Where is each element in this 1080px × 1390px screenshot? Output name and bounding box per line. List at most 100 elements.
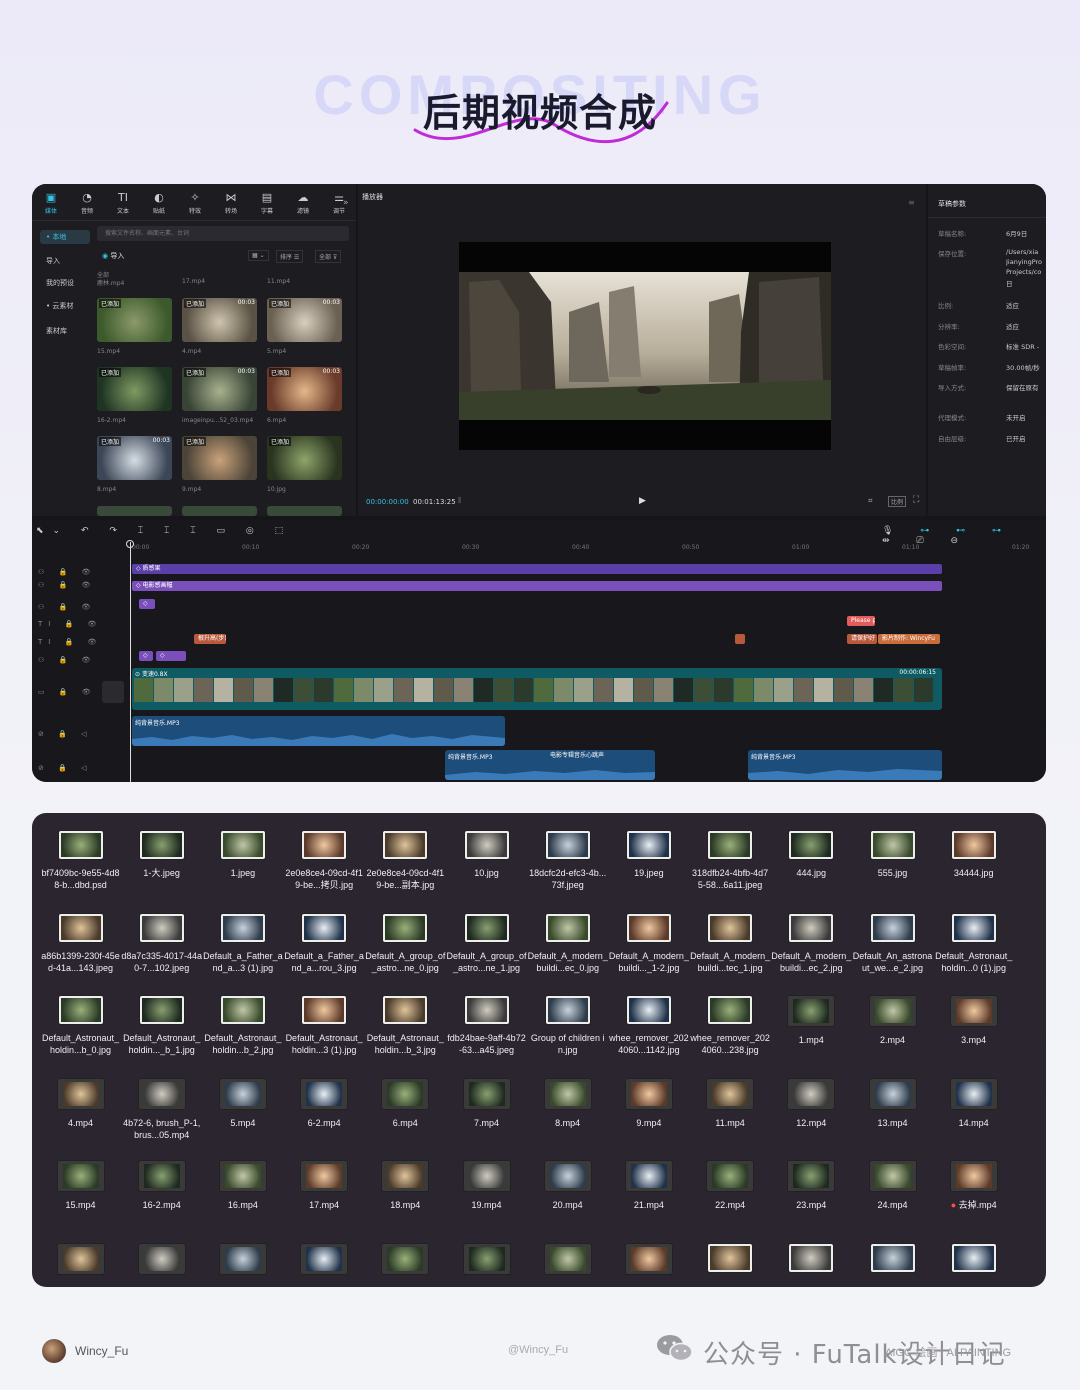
mic-icon[interactable]: 🎙 — [882, 526, 905, 536]
file-item[interactable]: 318dfb24-4bfb-4d75-58...6a11.jpeg — [690, 831, 771, 891]
sidebar-item-2[interactable]: 我的预设 — [40, 276, 90, 290]
filter-all-button[interactable]: 全部 ⊽ — [315, 250, 342, 263]
fx-track-clip-1[interactable]: ◇ 质感果 — [132, 564, 942, 574]
file-item[interactable] — [852, 1243, 933, 1272]
file-item[interactable] — [365, 1243, 446, 1274]
file-item[interactable]: 555.jpg — [852, 831, 933, 879]
file-item[interactable]: Group of children in.jpg — [527, 996, 608, 1056]
tool-filter[interactable]: ☁ 滤镜 — [290, 192, 316, 216]
text-clip-b[interactable]: 请保护好 — [847, 634, 877, 644]
text-clip-note[interactable]: Please p — [847, 616, 875, 626]
toolbar-more-icon[interactable]: » — [343, 198, 349, 208]
file-item[interactable]: 17.mp4 — [284, 1161, 365, 1211]
text-clip-a[interactable]: 根升高(步) — [194, 634, 226, 644]
file-item[interactable]: 21.mp4 — [608, 1161, 689, 1211]
file-item[interactable]: 34444.jpg — [933, 831, 1014, 879]
ratio-button[interactable]: 比例 — [888, 496, 907, 507]
track-controls-3[interactable]: ⚇ 🔒 👁 — [38, 603, 96, 611]
file-item[interactable]: Default_a_Father_and_a...rou_3.jpg — [284, 913, 365, 974]
timeline-tools[interactable]: ⬉⌄ ↶ ↷ ⌶ ⌶ ⌶ ▭ ◎ ⬚ — [36, 526, 292, 536]
sidebar-item-0[interactable]: • 本地 — [40, 230, 90, 244]
file-item[interactable]: 3.mp4 — [933, 996, 1014, 1046]
file-item[interactable]: fdb24bae-9aff-4b72-63...a45.jpeg — [446, 996, 527, 1056]
play-icon[interactable]: ▶ — [639, 496, 646, 506]
file-item[interactable]: 12.mp4 — [771, 1078, 852, 1129]
text-clip-small[interactable] — [735, 634, 745, 644]
cover-thumb[interactable] — [102, 681, 124, 703]
file-item[interactable] — [527, 1243, 608, 1274]
media-thumbnail[interactable]: 已添加 00:03 — [267, 298, 342, 342]
file-item[interactable]: Default_Astronaut_holdin...b_0.jpg — [40, 996, 121, 1056]
file-item[interactable]: 24.mp4 — [852, 1161, 933, 1211]
sidebar-item-4[interactable]: 素材库 — [40, 324, 90, 338]
file-item[interactable]: 1.jpeg — [202, 831, 283, 879]
track-controls-4[interactable]: TI 🔒 👁 — [38, 620, 102, 628]
media-thumbnail[interactable]: 已添加 — [97, 367, 172, 411]
file-item[interactable]: 5.mp4 — [202, 1078, 283, 1129]
view-mode-button[interactable]: ▦ ⌄ — [248, 250, 269, 261]
file-item[interactable] — [446, 1243, 527, 1274]
fx-track-clip-2[interactable]: ◇ 电影感画幅 — [132, 581, 942, 591]
fx-clip-small-1[interactable]: ◇ — [139, 651, 153, 661]
file-item[interactable]: 6-2.mp4 — [284, 1078, 365, 1129]
file-item[interactable]: 10.jpg — [446, 831, 527, 879]
media-thumbnail[interactable]: 已添加 — [267, 436, 342, 480]
media-thumbnail[interactable]: 已添加 00:03 — [182, 367, 257, 411]
tool-text[interactable]: TI 文本 — [110, 192, 136, 216]
file-item[interactable]: 2e0e8ce4-09cd-4f19-be...拷贝.jpg — [284, 831, 365, 891]
audio-clip-3[interactable]: 纯背景音乐.MP3 — [748, 750, 942, 780]
track-controls-audio-2[interactable]: ⊘ 🔒 ◁ — [38, 764, 92, 772]
file-item[interactable] — [690, 1243, 771, 1272]
file-item[interactable]: Default_A_group_of_astro...ne_1.jpg — [446, 913, 527, 974]
timeline-right-tools[interactable]: 🎙 ⊶ ⊷ ⊶ ⇹ ⎚ ⊖ — [882, 526, 1046, 546]
file-item[interactable]: Default_An_astronaut_we...e_2.jpg — [852, 913, 933, 974]
file-item[interactable]: 2.mp4 — [852, 996, 933, 1046]
audio-clip-1[interactable]: 纯背景音乐.MP3 — [132, 716, 505, 746]
media-thumbnail[interactable]: 已添加 00:03 — [97, 436, 172, 480]
file-item[interactable]: 18dcfc2d-efc3-4b...73f.jpeg — [527, 831, 608, 891]
file-item[interactable]: whee_remover_2024060...238.jpg — [690, 996, 771, 1056]
media-thumbnail-partial[interactable] — [97, 506, 172, 516]
file-item[interactable]: Default_A_group_of_astro...ne_0.jpg — [365, 913, 446, 974]
playhead[interactable] — [130, 542, 131, 782]
track-controls-5[interactable]: TI 🔒 👁 — [38, 638, 102, 646]
file-item[interactable]: Default_Astronaut_holdin...0 (1).jpg — [933, 913, 1014, 974]
text-clip-c[interactable]: 影片制作: WincyFu — [878, 634, 940, 644]
file-item[interactable] — [121, 1243, 202, 1274]
file-item[interactable]: 11.mp4 — [690, 1078, 771, 1129]
file-item[interactable]: 14.mp4 — [933, 1078, 1014, 1129]
media-thumbnail-partial[interactable] — [182, 506, 257, 516]
file-item[interactable]: Default_Astronaut_holdin..._b_1.jpg — [121, 996, 202, 1056]
file-item[interactable]: 6.mp4 — [365, 1078, 446, 1129]
media-thumbnail[interactable]: 已添加 — [182, 436, 257, 480]
tool-transition[interactable]: ⋈ 转场 — [218, 192, 244, 216]
tool-effects[interactable]: ✧ 特效 — [182, 192, 208, 216]
track-controls-2[interactable]: ⚇ 🔒 👁 — [38, 581, 96, 589]
file-item[interactable]: whee_remover_2024060...1142.jpg — [608, 996, 689, 1056]
file-item[interactable]: 23.mp4 — [771, 1161, 852, 1211]
file-item[interactable] — [284, 1243, 365, 1274]
file-item[interactable]: Default_Astronaut_holdin...b_3.jpg — [365, 996, 446, 1056]
file-item[interactable]: 1-大.jpeg — [121, 831, 202, 879]
track-controls-6[interactable]: ⚇ 🔒 👁 — [38, 656, 96, 664]
sidebar-item-3[interactable]: • 云素材 — [40, 299, 90, 313]
file-item[interactable]: 1.mp4 — [771, 996, 852, 1046]
fullscreen-icon[interactable]: ⛶ — [913, 495, 919, 505]
track-controls-audio-1[interactable]: ⊘ 🔒 ◁ — [38, 730, 92, 738]
file-item[interactable]: ● 去掉.mp4 — [933, 1161, 1014, 1211]
file-item[interactable]: 8.mp4 — [527, 1078, 608, 1129]
tool-sticker[interactable]: ◐ 贴纸 — [146, 192, 172, 216]
file-item[interactable]: 7.mp4 — [446, 1078, 527, 1129]
file-item[interactable]: 15.mp4 — [40, 1161, 121, 1211]
player-menu-icon[interactable]: ≡ — [908, 198, 915, 207]
file-item[interactable]: Default_Astronaut_holdin...3 (1).jpg — [284, 996, 365, 1056]
file-item[interactable]: 16.mp4 — [202, 1161, 283, 1211]
media-thumbnail-partial[interactable] — [267, 506, 342, 516]
file-item[interactable] — [771, 1243, 852, 1272]
file-item[interactable]: 4.mp4 — [40, 1078, 121, 1129]
file-item[interactable]: bf7409bc-9e55-4d88-b...dbd.psd — [40, 831, 121, 891]
file-item[interactable]: Default_A_modern_buildi..._1-2.jpg — [608, 913, 689, 974]
tool-caption[interactable]: ▤ 字幕 — [254, 192, 280, 216]
file-item[interactable] — [933, 1243, 1014, 1272]
media-thumbnail[interactable]: 已添加 — [97, 298, 172, 342]
